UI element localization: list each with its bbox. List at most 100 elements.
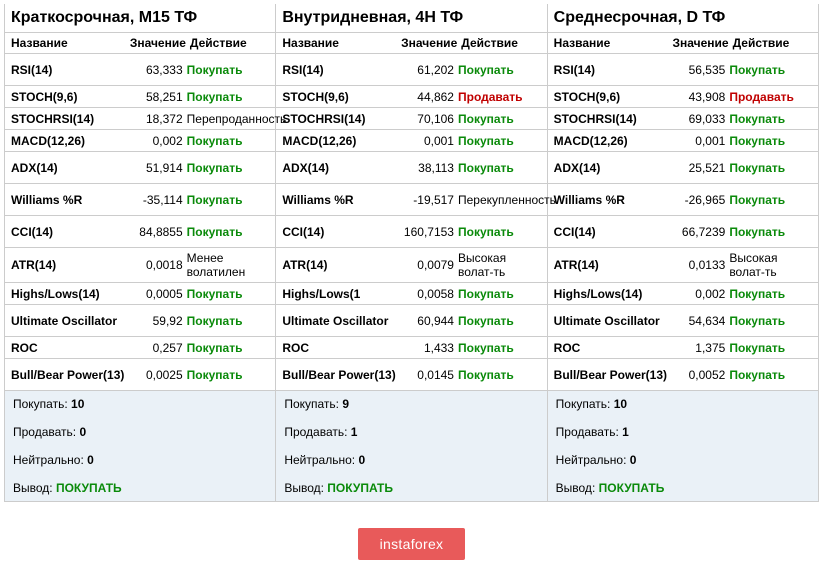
indicator-value: -19,517 (401, 193, 458, 207)
indicator-action: Покупать (729, 112, 812, 126)
column-summary: Покупать: 9 Продавать: 1 Нейтрально: 0 Выво… (276, 391, 546, 502)
indicator-name: Highs/Lows(14) (554, 287, 673, 301)
column-headers: НазваниеЗначениеДействие (276, 33, 546, 54)
indicator-name: ATR(14) (11, 258, 130, 272)
indicator-action: Покупать (187, 287, 270, 301)
indicator-value: 18,372 (130, 112, 187, 126)
indicator-action: Покупать (458, 368, 541, 382)
indicator-name: CCI(14) (282, 225, 401, 239)
indicator-row: MACD(12,26)0,002Покупать (5, 130, 275, 152)
indicator-value: 0,001 (401, 134, 458, 148)
indicator-row: Highs/Lows(14)0,0005Покупать (5, 283, 275, 305)
indicator-value: 70,106 (401, 112, 458, 126)
indicator-name: ADX(14) (11, 161, 130, 175)
indicator-row: MACD(12,26)0,001Покупать (276, 130, 546, 152)
indicator-name: RSI(14) (282, 63, 401, 77)
indicator-action: Покупать (729, 161, 812, 175)
indicator-action: Покупать (729, 225, 812, 239)
indicator-action: Покупать (729, 314, 812, 328)
indicator-name: STOCHRSI(14) (282, 112, 401, 126)
indicator-row: Bull/Bear Power(13)0,0145Покупать (276, 359, 546, 391)
indicator-value: 0,0005 (130, 287, 187, 301)
indicator-name: Ultimate Oscillator (282, 314, 401, 328)
summary-neutral: Нейтрально: 0 (284, 453, 538, 467)
indicator-name: ADX(14) (554, 161, 673, 175)
indicator-row: Bull/Bear Power(13)0,0052Покупать (548, 359, 818, 391)
indicator-row: ADX(14)25,521Покупать (548, 152, 818, 184)
header-action: Действие (190, 36, 273, 50)
indicator-columns: Краткосрочная, М15 ТФНазваниеЗначениеДей… (4, 4, 819, 502)
indicator-name: ATR(14) (282, 258, 401, 272)
column-summary: Покупать: 10Продавать: 0Нейтрально: 0Выв… (5, 391, 275, 502)
summary-sell: Продавать: 0 (13, 425, 267, 439)
indicator-row: Highs/Lows(14)0,002Покупать (548, 283, 818, 305)
summary-sell: Продавать: 1 (284, 425, 538, 439)
indicator-name: RSI(14) (554, 63, 673, 77)
indicator-value: 38,113 (401, 161, 458, 175)
header-value: Значение (130, 36, 190, 50)
indicator-name: Highs/Lows(14) (11, 287, 130, 301)
header-value: Значение (401, 36, 461, 50)
indicator-value: 63,333 (130, 63, 187, 77)
header-value: Значение (672, 36, 732, 50)
indicator-value: 44,862 (401, 90, 458, 104)
indicator-row: ADX(14)51,914Покупать (5, 152, 275, 184)
indicator-row: RSI(14)63,333Покупать (5, 54, 275, 86)
indicator-value: -26,965 (672, 193, 729, 207)
indicator-name: Williams %R (554, 193, 673, 207)
indicator-name: Ultimate Oscillator (11, 314, 130, 328)
header-name: Название (11, 36, 130, 50)
summary-sell: Продавать: 1 (556, 425, 810, 439)
indicator-row: Ultimate Oscillator59,92Покупать (5, 305, 275, 337)
indicator-action: Покупать (729, 368, 812, 382)
logo-container: instaforex (4, 502, 819, 570)
indicator-value: 0,002 (672, 287, 729, 301)
summary-neutral: Нейтрально: 0 (13, 453, 267, 467)
column-title: Внутридневная, 4Н ТФ (276, 4, 546, 33)
indicator-row: STOCH(9,6)58,251Покупать (5, 86, 275, 108)
summary-conclusion: Вывод: ПОКУПАТЬ (284, 481, 538, 495)
indicator-row: STOCH(9,6)44,862Продавать (276, 86, 546, 108)
indicator-name: ADX(14) (282, 161, 401, 175)
indicator-name: ROC (11, 341, 130, 355)
indicator-name: CCI(14) (554, 225, 673, 239)
indicator-row: STOCHRSI(14)70,106Покупать (276, 108, 546, 130)
indicator-value: -35,114 (130, 193, 187, 207)
indicator-name: Bull/Bear Power(13) (11, 368, 130, 382)
indicator-name: STOCHRSI(14) (554, 112, 673, 126)
indicator-value: 56,535 (672, 63, 729, 77)
indicator-name: RSI(14) (11, 63, 130, 77)
indicator-name: ATR(14) (554, 258, 673, 272)
indicator-name: Bull/Bear Power(13) (282, 368, 401, 382)
indicator-action: Покупать (458, 341, 541, 355)
indicator-value: 60,944 (401, 314, 458, 328)
indicator-row: Williams %R-35,114Покупать (5, 184, 275, 216)
indicator-name: MACD(12,26) (554, 134, 673, 148)
indicator-action: Продавать (729, 90, 812, 104)
indicator-value: 84,8855 (130, 225, 187, 239)
indicator-value: 0,002 (130, 134, 187, 148)
indicator-name: STOCH(9,6) (282, 90, 401, 104)
summary-buy: Покупать: 9 (284, 397, 538, 411)
indicator-name: Williams %R (282, 193, 401, 207)
indicator-row: CCI(14)66,7239Покупать (548, 216, 818, 248)
indicator-value: 0,001 (672, 134, 729, 148)
header-action: Действие (461, 36, 544, 50)
indicator-row: STOCH(9,6)43,908Продавать (548, 86, 818, 108)
indicator-action: Покупать (187, 193, 270, 207)
indicator-action: Покупать (458, 225, 541, 239)
indicator-value: 0,0025 (130, 368, 187, 382)
indicator-row: Bull/Bear Power(13)0,0025Покупать (5, 359, 275, 391)
indicator-name: Ultimate Oscillator (554, 314, 673, 328)
indicator-value: 54,634 (672, 314, 729, 328)
indicator-name: STOCH(9,6) (11, 90, 130, 104)
indicator-action: Покупать (187, 225, 270, 239)
indicator-action: Покупать (458, 134, 541, 148)
indicator-action: Высокая волат-ть (729, 251, 812, 279)
indicator-row: Ultimate Oscillator54,634Покупать (548, 305, 818, 337)
header-action: Действие (733, 36, 816, 50)
indicator-row: ATR(14)0,0079Высокая волат-ть (276, 248, 546, 283)
indicator-name: ROC (554, 341, 673, 355)
indicator-action: Перекупленность (458, 193, 556, 207)
indicator-action: Покупать (187, 161, 270, 175)
